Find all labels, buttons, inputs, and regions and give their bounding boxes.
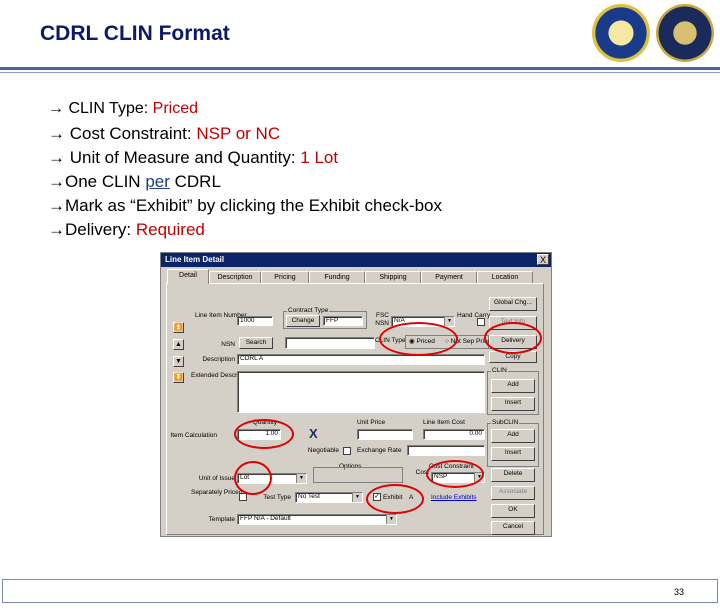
first-record-button[interactable]: ⏫ [173, 322, 184, 333]
subclin-group-label: SubCLIN [491, 419, 520, 427]
x-mark: X [309, 426, 318, 441]
quantity-callout [234, 419, 294, 449]
cost-constraint-callout [426, 460, 484, 488]
tab-detail[interactable]: Detail [167, 269, 209, 284]
negotiable-checkbox[interactable] [343, 447, 351, 455]
line-item-number-field[interactable]: 1000 [237, 316, 273, 326]
page-number: 33 [673, 587, 684, 597]
next-record-button[interactable]: ▼ [173, 356, 184, 367]
fsc-label: FSC [376, 312, 389, 319]
item-calculation-label: Item Calculation [170, 432, 217, 439]
tab-description[interactable]: Description [209, 271, 261, 283]
clin-insert-button[interactable]: Insert [491, 397, 535, 411]
exchange-rate-field[interactable] [407, 445, 485, 456]
test-type-label: Test Type [263, 494, 291, 501]
options-group [313, 467, 403, 483]
description-label: Description [202, 356, 235, 363]
close-button[interactable]: X [537, 254, 549, 265]
clin-group-label: CLIN [491, 367, 508, 375]
description-field[interactable]: CDRL A [237, 354, 485, 365]
exchange-rate-label: Exchange Rate [357, 447, 402, 454]
test-type-select[interactable]: No Test ▼ [295, 492, 363, 503]
separately-priced-label: Separately Priced [191, 489, 243, 496]
negotiable-label: Negotiable [307, 447, 339, 454]
bullet-unit-of-measure: → Unit of Measure and Quantity: 1 Lot [48, 148, 339, 167]
nsn-label: NSN [375, 320, 389, 327]
unit-of-issue-callout [234, 461, 272, 495]
extended-description-label: Extended Description [191, 372, 253, 379]
tab-funding[interactable]: Funding [309, 271, 365, 283]
unit-price-field[interactable] [357, 429, 413, 440]
separately-priced-checkbox[interactable] [239, 493, 247, 501]
tab-pricing[interactable]: Pricing [261, 271, 309, 283]
header-rule [0, 67, 720, 70]
nsn-search-field[interactable] [285, 337, 375, 349]
bullet-delivery: →Delivery: Required [48, 220, 205, 239]
clin-add-button[interactable]: Add [491, 379, 535, 393]
slide-title: CDRL CLIN Format [40, 22, 230, 45]
extended-description-field[interactable] [237, 371, 485, 413]
global-change-button[interactable]: Global Chg... [489, 297, 537, 311]
include-exhibits-link[interactable]: Include Exhibits [431, 494, 477, 502]
chevron-down-icon: ▼ [386, 515, 396, 524]
tab-location[interactable]: Location [477, 271, 533, 283]
header-rule-thin [0, 72, 720, 73]
bullet-cost-constraint: → Cost Constraint: NSP or NC [48, 124, 281, 143]
subclin-add-button[interactable]: Add [491, 429, 535, 443]
tab-shipping[interactable]: Shipping [365, 271, 421, 283]
bullet-exhibit: →Mark as “Exhibit” by clicking the Exhib… [48, 196, 442, 215]
search-button[interactable]: Search [239, 337, 273, 349]
seal-logo-1 [592, 4, 650, 62]
chevron-down-icon: ▼ [444, 317, 454, 326]
exhibit-callout [366, 484, 424, 514]
prev-record-button[interactable]: ▲ [173, 339, 184, 350]
template-select[interactable]: FFP N/A - Default ▼ [237, 514, 397, 525]
contract-type-label: Contract Type [287, 307, 330, 315]
line-item-number-label: Line Item Number [195, 312, 247, 319]
delivery-callout [484, 322, 542, 354]
unit-price-label: Unit Price [357, 419, 386, 426]
hand-carry-label: Hand Carry [457, 312, 491, 319]
delete-button[interactable]: Delete [491, 468, 535, 482]
nsn-search-label: NSN [221, 341, 235, 348]
window-title-bar: Line Item Detail [161, 253, 551, 267]
contract-type-field[interactable]: FFP [323, 316, 363, 326]
last-record-button[interactable]: ⏬ [173, 372, 184, 383]
chevron-down-icon: ▼ [352, 493, 362, 502]
bullet-clin-type: → CLIN Type: Priced [48, 100, 198, 117]
change-button[interactable]: Change [286, 315, 320, 327]
tab-payment[interactable]: Payment [421, 271, 477, 283]
footer-bar [2, 579, 718, 603]
line-item-detail-window: Line Item Detail X Detail Description Pr… [160, 252, 552, 537]
template-label: Template [208, 516, 235, 523]
unit-of-issue-label: Unit of Issue [198, 475, 235, 482]
cancel-button[interactable]: Cancel [491, 521, 535, 535]
line-item-cost-label: Line Item Cost [423, 419, 465, 426]
chevron-down-icon: ▼ [296, 474, 306, 483]
subclin-insert-button[interactable]: Insert [491, 447, 535, 461]
ok-button[interactable]: OK [491, 504, 535, 518]
seal-logo-2 [656, 4, 714, 62]
clin-type-callout [379, 322, 458, 356]
hand-carry-checkbox[interactable] [477, 318, 485, 326]
bullet-one-clin: →One CLIN per CDRL [48, 172, 221, 191]
associate-button[interactable]: Associate [491, 486, 535, 500]
line-item-cost-field[interactable]: 0.00 [423, 429, 485, 440]
